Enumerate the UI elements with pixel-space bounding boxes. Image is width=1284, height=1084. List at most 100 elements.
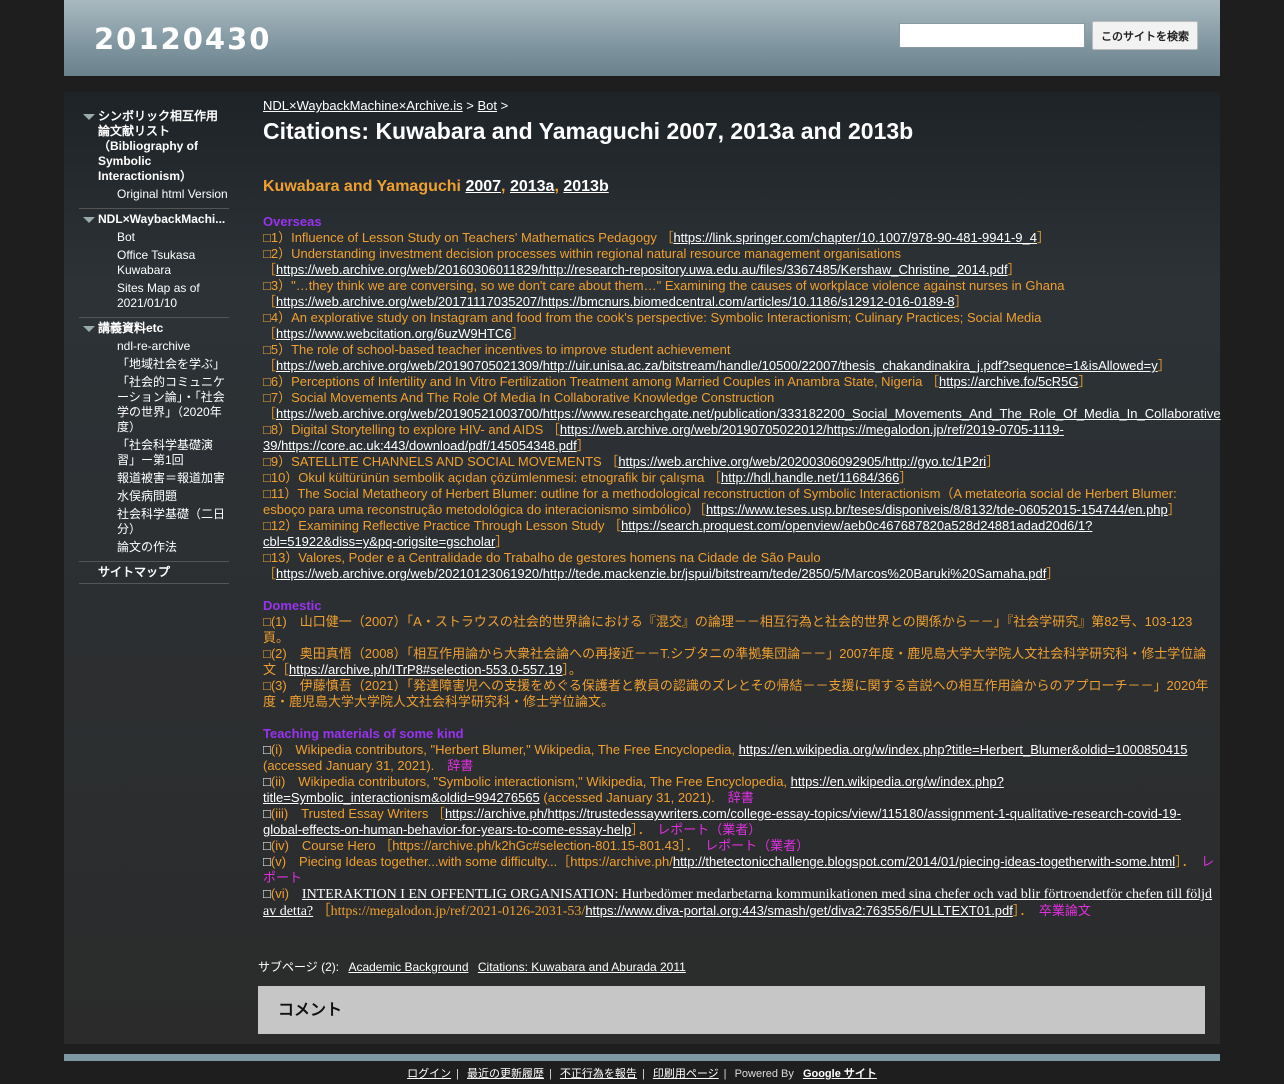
citation-tag: 辞書 [727,790,754,805]
footer-login-link[interactable]: ログイン [407,1068,451,1080]
subpage-academic-background[interactable]: Academic Background [348,960,468,974]
citation-link[interactable]: https://web.archive.org/web/201905210037… [276,406,1221,421]
citation-link[interactable]: https://www.teses.usp.br/teses/disponive… [706,502,1168,517]
citation-tag: 辞書 [447,758,474,773]
citation-link[interactable]: http://thetectonicchallenge.blogspot.com… [673,854,1175,869]
footer-recent-link[interactable]: 最近の更新履歴 [467,1068,544,1080]
citation-text: (iv) Course Hero ［https://archive.ph/k2h… [270,838,706,853]
citation-text: □8）Digital Storytelling to explore HIV- … [263,422,560,437]
citation-text: □12）Examining Reflective Practice Throug… [263,518,622,533]
citation-link[interactable]: https://www.webcitation.org/6uzW9HTC6 [276,326,512,341]
citation-link[interactable]: https://web.archive.org/web/201603060118… [276,262,1008,277]
citation-link[interactable]: https://web.archive.org/web/202101230619… [276,566,1046,581]
sidebar-item[interactable]: 社会科学基礎（二日分） [117,507,229,537]
sidebar-item[interactable]: Bot [117,230,229,245]
citation-link[interactable]: https://www.diva-portal.org:443/smash/ge… [585,903,1013,918]
citation-item: □(ii) Wikipedia contributors, "Symbolic … [263,774,1218,806]
sidebar-item[interactable]: Original html Version [117,187,229,202]
citation-item: □4）An explorative study on Instagram and… [263,310,1218,342]
sidebar-item[interactable]: 「社会的コミュニケーション論」・「社会学の世界」（2020年度） [117,375,229,435]
citation-item: □6）Perceptions of Infertility and In Vit… [263,374,1218,390]
sidebar-group-title[interactable]: 講義資料etc [79,321,229,336]
sidebar-group-title[interactable]: サイトマップ [79,565,229,580]
citation-tail: ］ [511,326,525,341]
sidebar-group-title[interactable]: NDL×WaybackMachi... [79,212,229,227]
sidebar: シンボリック相互作用論文献リスト（Bibliography of Symboli… [79,106,229,584]
sidebar-group: 講義資料etc ndl-re-archive 「地域社会を学ぶ」「社会的コミュニケー… [79,318,229,562]
citation-item: □1）Influence of Lesson Study on Teachers… [263,230,1218,246]
expand-triangle-icon[interactable] [83,114,95,120]
sidebar-item[interactable]: 「社会科学基礎演習」ー第1回 [117,438,229,468]
sidebar-item[interactable]: Sites Map as of 2021/01/10 [117,281,229,311]
citation-text: (vi) [270,886,302,901]
link-2013a[interactable]: 2013a [510,178,555,195]
section-overseas: Overseas [263,214,322,229]
sidebar-item[interactable]: 「地域社会を学ぶ」 [117,357,229,372]
sidebar-group-title[interactable]: シンボリック相互作用論文献リスト（Bibliography of Symboli… [79,109,229,184]
footer-bar [64,1054,1220,1061]
citation-link[interactable]: https://web.archive.org/web/201711170352… [276,294,955,309]
citation-tail: (accessed January 31, 2021). [539,790,728,805]
sidebar-item[interactable]: ndl-re-archive [117,339,229,354]
citation-link[interactable]: https://web.archive.org/web/202003060929… [618,454,986,469]
citation-link[interactable]: https://archive.fo/5cR5G [939,374,1078,389]
checkbox-mark: □ [263,806,271,821]
site-title[interactable]: 20120430 [94,22,271,56]
breadcrumb-link-bot[interactable]: Bot [478,98,498,113]
citation-link[interactable]: http://hdl.handle.net/11684/366 [721,470,899,485]
citation-link[interactable]: https://web.archive.org/web/201907050213… [276,358,1158,373]
sidebar-item[interactable]: 水俣病問題 [117,489,229,504]
link-2007[interactable]: 2007 [465,178,501,195]
authors-heading: Kuwabara and Yamaguchi 2007, 2013a, 2013… [263,178,609,196]
citation-tail: ］ [1167,502,1181,517]
subpages-label: サブページ (2): [258,960,340,974]
section-teaching: Teaching materials of some kind [263,726,464,741]
citation-link[interactable]: https://en.wikipedia.org/w/index.php?tit… [739,742,1188,757]
main-wrapper: シンボリック相互作用論文献リスト（Bibliography of Symboli… [64,92,1221,1044]
footer-google-link[interactable]: Google サイト [803,1068,877,1080]
search-button[interactable]: このサイトを検索 [1092,21,1198,50]
checkbox-mark: □ [263,742,271,757]
citation-item: □11）The Social Metatheory of Herbert Blu… [263,486,1218,518]
sidebar-item[interactable]: 報道被害＝報道加害 [117,471,229,486]
citation-item: □(v) Piecing Ideas together...with some … [263,854,1218,886]
citation-item: □2）Understanding investment decision pro… [263,246,1218,278]
footer-print-link[interactable]: 印刷用ページ [653,1068,719,1080]
expand-triangle-icon[interactable] [83,326,95,332]
breadcrumb-link-ndl[interactable]: NDL×WaybackMachine×Archive.is [263,98,463,113]
citation-text: □(1) 山口健一（2007）「A・ストラウスの社会的世界論における『混交』の論… [263,614,1193,645]
citation-tail: ］ [899,470,913,485]
citation-link[interactable]: https://link.springer.com/chapter/10.100… [673,230,1037,245]
sidebar-group-label: サイトマップ [98,565,171,579]
heading-comma: , [554,178,559,195]
citation-tail: ］． [1012,903,1039,918]
citation-text: □10）Okul kültürünün sembolik açıdan çözü… [263,470,721,485]
checkbox-mark: □ [263,854,271,869]
citation-tail: ］ [1007,262,1021,277]
citation-item: □10）Okul kültürünün sembolik açıdan çözü… [263,470,1218,486]
checkbox-mark: □ [263,774,271,789]
citation-item: □13）Valores, Poder e a Centralidade do T… [263,550,1218,582]
sidebar-item[interactable]: 論文の作法 [117,540,229,555]
search-input[interactable] [899,23,1085,48]
sidebar-item[interactable]: Office Tsukasa Kuwabara [117,248,229,278]
citation-tail: ］ [1046,566,1060,581]
citation-text: □9）SATELLITE CHANNELS AND SOCIAL MOVEMEN… [263,454,619,469]
citation-tail: ］ [576,438,590,453]
citation-tag: レポート（業者） [657,822,762,837]
footer-abuse-link[interactable]: 不正行為を報告 [560,1068,637,1080]
sidebar-group: サイトマップ [79,562,229,584]
citation-link[interactable]: https://archive.ph/ITrP8#selection-553.0… [289,662,562,677]
expand-triangle-icon[interactable] [83,217,95,223]
citation-item: □5）The role of school-based teacher ince… [263,342,1218,374]
citation-item: □3）"…they think we are conversing, so we… [263,278,1218,310]
footer-separator: | [641,1068,645,1080]
citation-item: □(iii) Trusted Essay Writers ［https://ar… [263,806,1218,838]
citation-item: □(vi) INTERAKTION I EN OFFENTLIG ORGANIS… [263,886,1218,920]
subpage-kuwabara-aburada[interactable]: Citations: Kuwabara and Aburada 2011 [478,960,686,974]
citation-tag: レポート（業者） [705,838,810,853]
link-2013b[interactable]: 2013b [563,178,608,195]
citation-text: □(3) 伊藤慎吾（2021）「発達障害児への支援をめぐる保護者と教員の認識のズ… [263,678,1209,709]
citation-item: □(2) 奥田真悟（2008）「相互作用論から大衆社会論への再接近－－T.シブタ… [263,646,1218,678]
heading-comma: , [501,178,506,195]
